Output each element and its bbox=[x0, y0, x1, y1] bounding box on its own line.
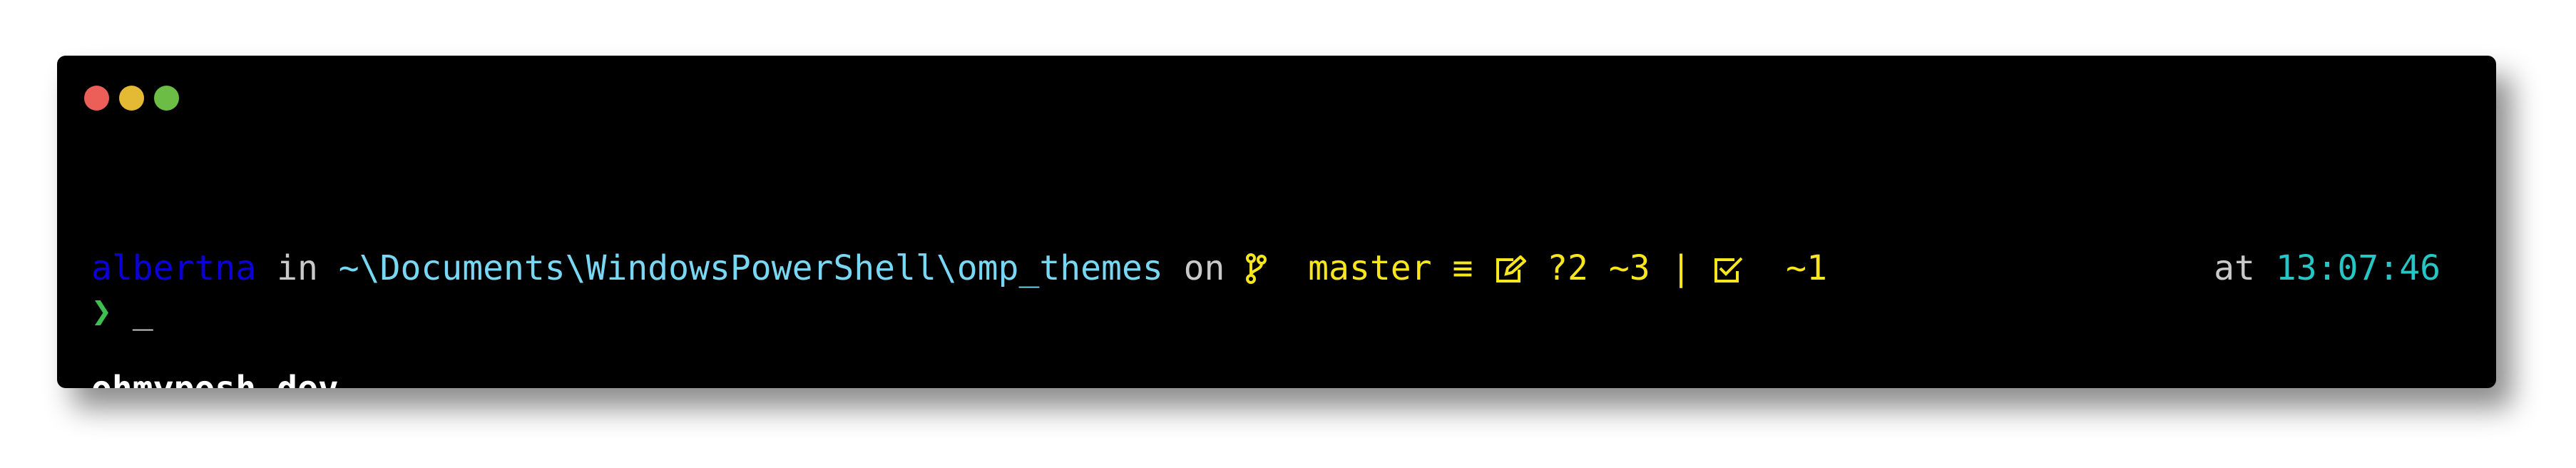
input-line[interactable]: ❯ _ bbox=[91, 290, 153, 332]
git-untracked-count: ?2 bbox=[1547, 248, 1588, 288]
check-square-icon bbox=[1712, 255, 1744, 284]
prompt-path: ~\Documents\WindowsPowerShell\omp_themes bbox=[338, 248, 1163, 288]
git-branch-status: ≡ bbox=[1452, 248, 1473, 288]
git-branch-name: master bbox=[1308, 248, 1432, 288]
close-button[interactable] bbox=[84, 86, 109, 111]
git-staged-count: ~1 bbox=[1786, 248, 1827, 288]
minimize-button[interactable] bbox=[119, 86, 144, 111]
maximize-button[interactable] bbox=[154, 86, 179, 111]
prompt-right-segment: at 13:07:46 bbox=[2214, 247, 2440, 290]
git-branch-icon bbox=[1245, 253, 1267, 284]
text-cursor: _ bbox=[132, 291, 153, 331]
prompt-chevron: ❯ bbox=[91, 291, 112, 331]
window-controls bbox=[84, 86, 179, 111]
git-modified-count: ~3 bbox=[1608, 248, 1650, 288]
prompt-line: albertna in ~\Documents\WindowsPowerShel… bbox=[91, 247, 1827, 290]
footer-brand: ohmyposh.dev bbox=[91, 367, 339, 388]
terminal-window: albertna in ~\Documents\WindowsPowerShel… bbox=[57, 56, 2496, 388]
prompt-time: 13:07:46 bbox=[2275, 248, 2440, 288]
prompt-in-word: in bbox=[277, 248, 318, 288]
prompt-at-word: at bbox=[2214, 248, 2255, 288]
prompt-user: albertna bbox=[91, 248, 257, 288]
prompt-on-word: on bbox=[1183, 248, 1225, 288]
edit-icon bbox=[1493, 255, 1527, 284]
git-separator: | bbox=[1670, 248, 1692, 288]
